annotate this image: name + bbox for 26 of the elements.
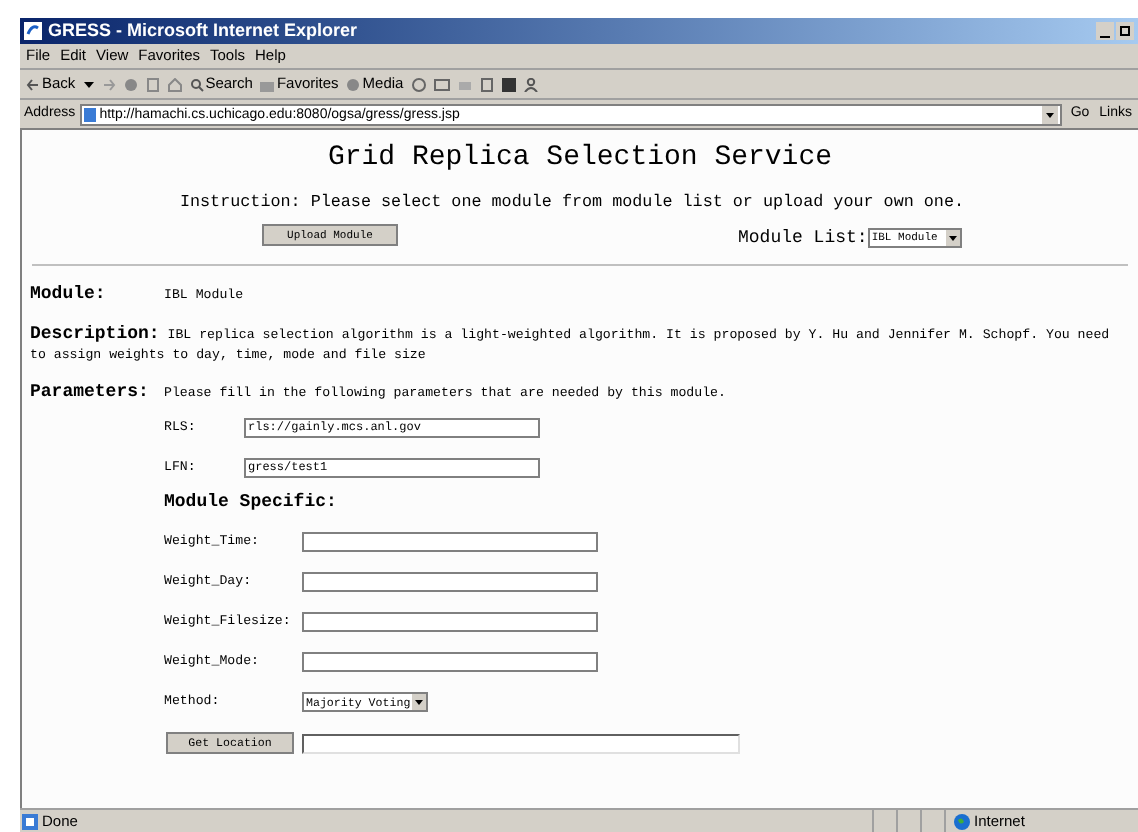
window-title: GRESS - Microsoft Internet Explorer bbox=[48, 22, 358, 40]
parameters-label: Parameters: bbox=[30, 384, 151, 403]
page-title: Grid Replica Selection Service bbox=[325, 144, 835, 172]
dropdown-arrow-icon[interactable] bbox=[412, 694, 427, 711]
back-arrow-icon bbox=[26, 77, 40, 91]
dropdown-arrow-icon[interactable] bbox=[945, 229, 960, 246]
browser-icon bbox=[24, 22, 42, 40]
page-icon bbox=[83, 107, 96, 121]
input-field[interactable] bbox=[302, 652, 598, 673]
globe-icon bbox=[954, 813, 970, 829]
input-field[interactable] bbox=[302, 532, 598, 553]
home-icon[interactable] bbox=[167, 77, 182, 91]
location-field[interactable] bbox=[302, 733, 740, 754]
person-icon[interactable] bbox=[523, 77, 538, 91]
dropdown-arrow-icon[interactable] bbox=[83, 81, 94, 87]
instruction-text: Instruction: Please select one module from module list or upload your own one. bbox=[177, 194, 966, 211]
minimize-button[interactable] bbox=[1096, 22, 1114, 40]
module-label: Module: bbox=[30, 286, 108, 305]
module-specific-heading: Module Specific: bbox=[164, 494, 339, 513]
input-field[interactable] bbox=[302, 572, 598, 593]
module-list-label: Module List: bbox=[738, 230, 868, 249]
search-icon bbox=[189, 77, 204, 91]
page-icon bbox=[22, 813, 38, 829]
mail-icon[interactable] bbox=[433, 77, 450, 91]
restore-button[interactable] bbox=[1116, 22, 1134, 40]
input-field[interactable] bbox=[302, 612, 598, 633]
